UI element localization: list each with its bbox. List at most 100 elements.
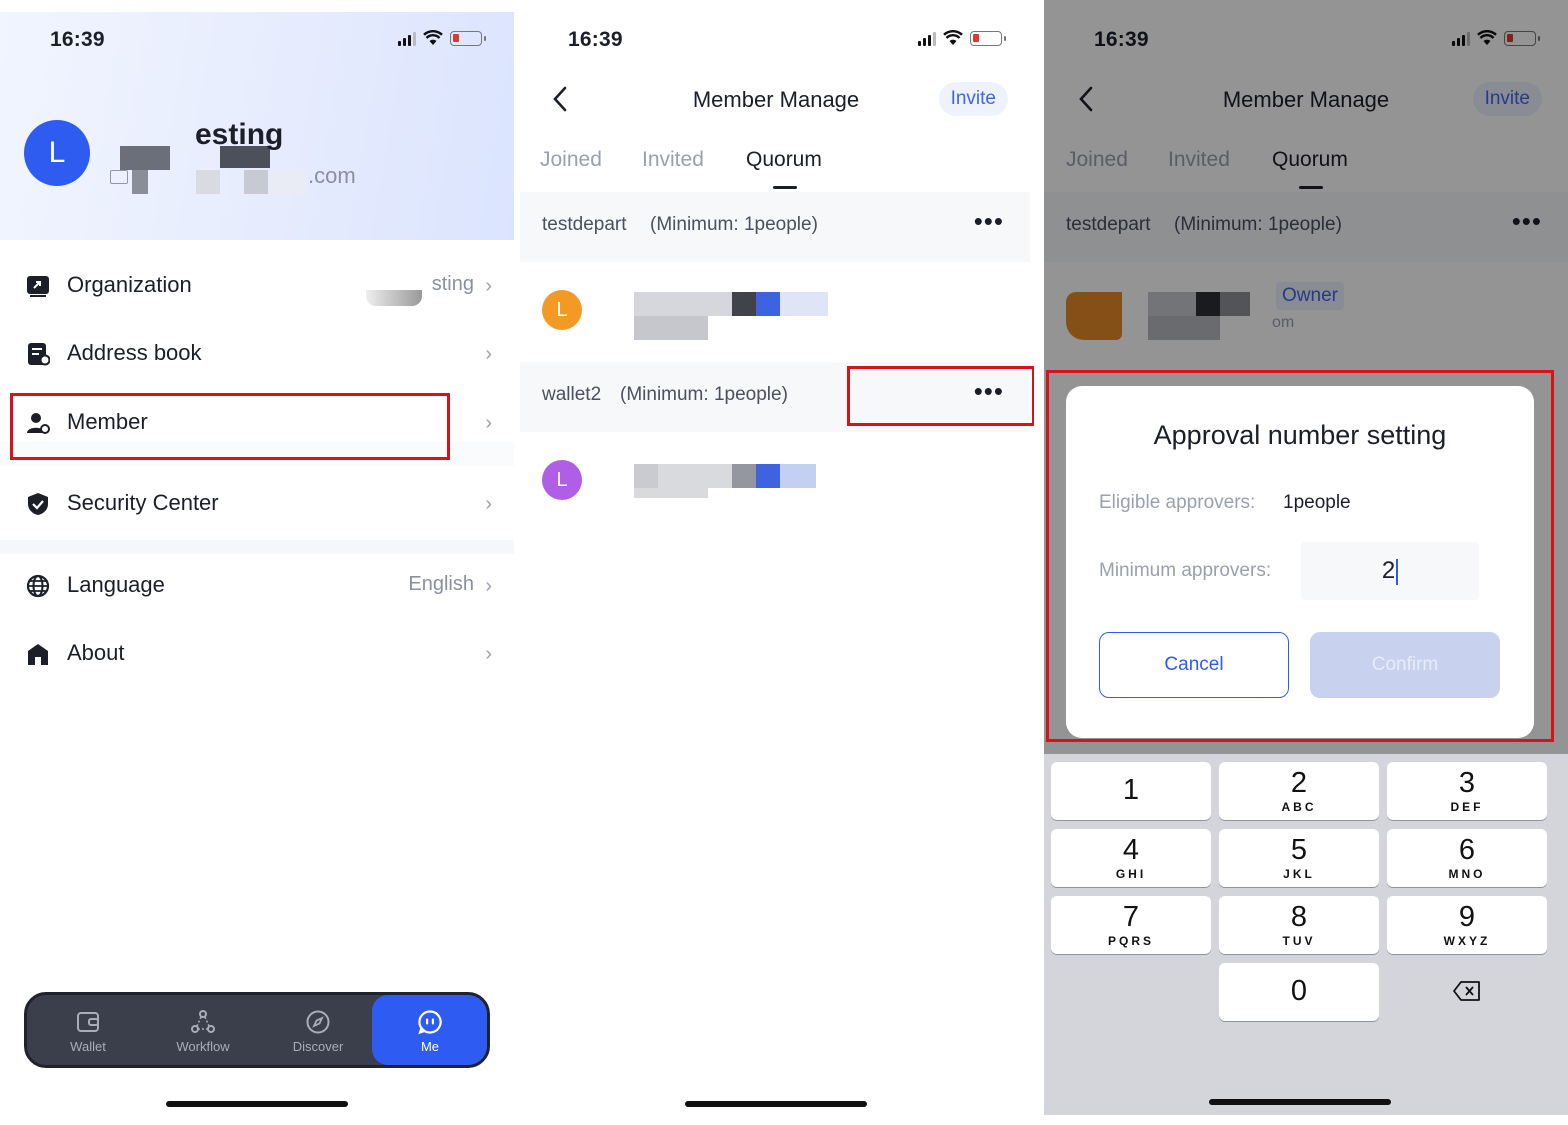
- member-avatar: L: [542, 460, 582, 500]
- key-digit: 6: [1458, 834, 1476, 866]
- key-digit: 9: [1458, 901, 1476, 933]
- key-3[interactable]: 3 DEF: [1387, 762, 1547, 820]
- key-7[interactable]: 7 PQRS: [1051, 896, 1211, 954]
- tab-quorum[interactable]: Quorum: [746, 148, 822, 172]
- tab-discover[interactable]: Discover: [260, 995, 376, 1065]
- segment-tabs: Joined Invited Quorum: [540, 148, 1034, 194]
- key-delete[interactable]: [1387, 963, 1547, 1021]
- group-name: testdepart: [542, 214, 627, 235]
- member-manage-screen: 16:39 Member Manage Invite Joined Invite…: [518, 0, 1034, 1125]
- menu-label: Security Center: [67, 490, 219, 515]
- highlight-member: [10, 393, 450, 460]
- highlight-dialog: [1046, 370, 1554, 742]
- key-digit: 4: [1122, 834, 1140, 866]
- key-2[interactable]: 2 ABC: [1219, 762, 1379, 820]
- group-minimum: (Minimum: 1people): [620, 384, 788, 405]
- more-icon[interactable]: •••: [974, 206, 1004, 237]
- menu-label: Organization: [67, 272, 192, 297]
- me-screen: 16:39 L esting .com Organization sting ›…: [0, 0, 514, 1125]
- key-letters: PQRS: [1107, 934, 1154, 948]
- chevron-right-icon: ›: [485, 275, 492, 297]
- tab-label: Me: [420, 1039, 440, 1054]
- numeric-keypad: 1 2 ABC 3 DEF 4 GHI 5 JKL 6 MNO 7 PQRS 8 TUV 9W…: [1044, 754, 1568, 1115]
- chevron-right-icon: ›: [485, 575, 492, 597]
- status-bar: 16:39: [518, 26, 1034, 56]
- key-4[interactable]: 4 GHI: [1051, 829, 1211, 887]
- redacted-org: [366, 290, 422, 306]
- signal-icon: [918, 31, 936, 46]
- approval-setting-screen: 16:39 Member Manage Invite Joined Invite…: [1044, 0, 1568, 1125]
- group-name: wallet2: [542, 384, 602, 405]
- tab-underline: [773, 186, 797, 189]
- key-letters: JKL: [1283, 867, 1315, 881]
- menu-security-center[interactable]: Security Center ›: [0, 474, 514, 534]
- key-digit: 0: [1290, 975, 1308, 1007]
- tab-invited[interactable]: Invited: [642, 148, 704, 172]
- home-indicator: [166, 1101, 348, 1107]
- menu-value: English: [408, 573, 474, 595]
- key-letters: MNO: [1448, 867, 1486, 881]
- tab-label: Wallet: [70, 1039, 106, 1054]
- group-header-testdepart: testdepart (Minimum: 1people) •••: [520, 192, 1030, 262]
- key-letters: TUV: [1282, 934, 1316, 948]
- home-icon: [28, 644, 48, 665]
- menu-label: Language: [67, 572, 165, 597]
- tab-workflow[interactable]: Workflow: [145, 995, 261, 1065]
- chevron-right-icon: ›: [485, 643, 492, 665]
- avatar[interactable]: L: [24, 120, 90, 186]
- menu-value: sting: [431, 273, 474, 295]
- key-0[interactable]: 0: [1219, 963, 1379, 1021]
- home-indicator: [685, 1101, 867, 1107]
- key-5[interactable]: 5 JKL: [1219, 829, 1379, 887]
- key-1[interactable]: 1: [1051, 762, 1211, 820]
- menu-about[interactable]: About ›: [0, 624, 514, 684]
- invite-button[interactable]: Invite: [938, 82, 1008, 116]
- organization-icon: [27, 276, 49, 297]
- divider: [0, 540, 514, 554]
- compass-icon: [306, 1010, 330, 1034]
- key-6[interactable]: 6 MNO: [1387, 829, 1547, 887]
- battery-icon: [970, 30, 1006, 46]
- key-9[interactable]: 9 WXYZ: [1387, 896, 1547, 954]
- key-digit: 3: [1458, 767, 1476, 799]
- key-letters: GHI: [1115, 867, 1147, 881]
- backspace-icon: [1453, 981, 1480, 1001]
- tab-label: Discover: [292, 1039, 344, 1054]
- tab-me[interactable]: Me: [372, 995, 487, 1065]
- key-digit: 7: [1122, 901, 1140, 933]
- chevron-right-icon: ›: [485, 493, 492, 515]
- mail-icon: [110, 170, 128, 184]
- profile-name: esting: [195, 118, 284, 151]
- wallet-icon: [77, 1012, 99, 1032]
- menu-language[interactable]: Language English ›: [0, 556, 514, 616]
- menu-label: About: [67, 640, 125, 665]
- member-avatar: L: [542, 290, 582, 330]
- key-letters: ABC: [1281, 800, 1317, 814]
- tab-label: Workflow: [176, 1039, 230, 1054]
- key-digit: 2: [1290, 767, 1308, 799]
- bottom-tab-bar: Wallet Workflow Discover Me: [24, 992, 490, 1068]
- home-indicator: [1209, 1099, 1391, 1105]
- menu-address-book[interactable]: Address book ›: [0, 324, 514, 384]
- highlight-more-button: [847, 366, 1034, 426]
- wifi-icon: [943, 30, 963, 45]
- shield-icon: [28, 493, 48, 515]
- menu-organization[interactable]: Organization sting ›: [0, 256, 514, 316]
- workflow-icon: [191, 1010, 215, 1033]
- profile-email: .com: [308, 163, 356, 188]
- key-digit: 8: [1290, 901, 1308, 933]
- battery-icon: [450, 30, 486, 46]
- status-time: 16:39: [568, 28, 623, 51]
- signal-icon: [398, 31, 416, 46]
- chevron-right-icon: ›: [485, 412, 492, 434]
- tab-joined[interactable]: Joined: [540, 148, 602, 172]
- menu-label: Address book: [67, 340, 202, 365]
- nav-bar: Member Manage Invite: [518, 78, 1034, 124]
- key-digit: 1: [1122, 774, 1140, 806]
- key-8[interactable]: 8 TUV: [1219, 896, 1379, 954]
- address-book-icon: [28, 343, 50, 366]
- tab-wallet[interactable]: Wallet: [30, 995, 146, 1065]
- me-icon: [418, 1010, 442, 1035]
- globe-icon: [26, 574, 50, 598]
- key-letters: WXYZ: [1443, 934, 1491, 948]
